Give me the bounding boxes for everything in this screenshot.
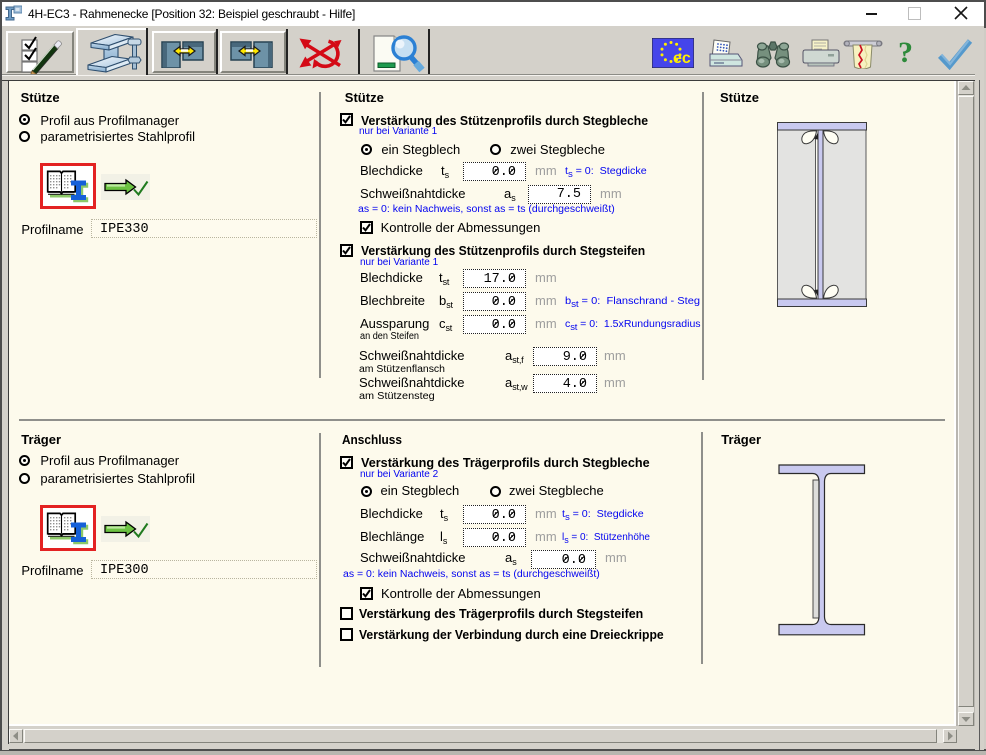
svg-text:ec: ec	[673, 50, 691, 67]
